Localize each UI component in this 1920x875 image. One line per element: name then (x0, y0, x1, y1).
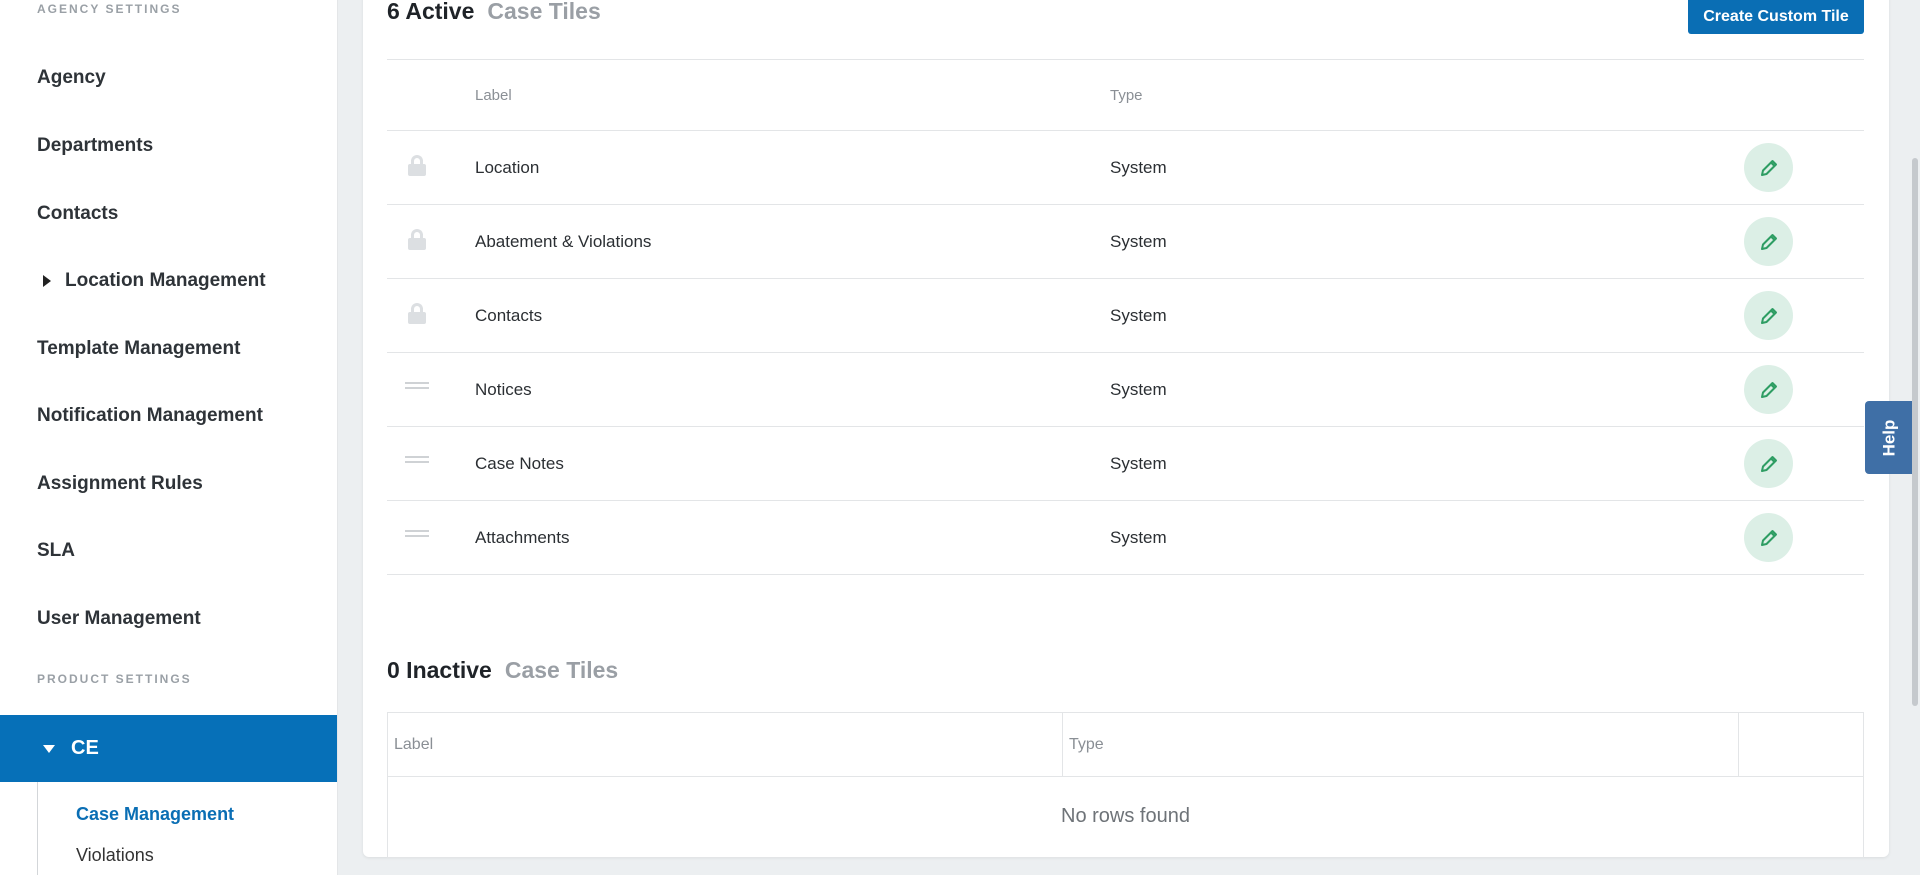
edit-button[interactable] (1744, 365, 1793, 414)
table-row: Notices System (387, 353, 1864, 427)
row-label: Case Notes (475, 454, 564, 473)
inactive-section-title: Case Tiles (504, 657, 619, 683)
empty-state-text: No rows found (1061, 805, 1190, 827)
row-label: Location (475, 158, 540, 177)
sidebar-item-contacts[interactable]: Contacts (37, 203, 118, 225)
sidebar-item-notification-management[interactable]: Notification Management (37, 405, 263, 427)
table-row: Location System (387, 131, 1864, 205)
row-type: System (1110, 454, 1167, 473)
sidebar-item-ce[interactable]: CE (0, 715, 337, 782)
column-header-label: Label (475, 87, 512, 104)
table-row: Contacts System (387, 279, 1864, 353)
table-row: Case Notes System (387, 427, 1864, 501)
row-type: System (1110, 528, 1167, 547)
edit-button[interactable] (1744, 291, 1793, 340)
column-header-label: Label (394, 736, 434, 753)
submenu-divider (37, 782, 38, 875)
pencil-icon (1760, 233, 1777, 250)
sidebar-subitem-case-management[interactable]: Case Management (76, 804, 234, 825)
column-label[interactable]: Label (388, 713, 1063, 777)
drag-handle-icon[interactable] (405, 451, 429, 475)
sidebar-item-sla[interactable]: SLA (37, 540, 75, 562)
agency-settings-label: AGENCY SETTINGS (37, 2, 182, 16)
sidebar-item-departments[interactable]: Departments (37, 135, 153, 157)
row-type: System (1110, 380, 1167, 399)
table-row: Attachments System (387, 501, 1864, 575)
create-custom-tile-button[interactable]: Create Custom Tile (1688, 0, 1864, 34)
sidebar-item-user-management[interactable]: User Management (37, 608, 201, 630)
table-row: Abatement & Violations System (387, 205, 1864, 279)
table-header: Label Type (387, 59, 1864, 131)
active-count: 6 Active (387, 0, 475, 24)
lock-icon (405, 229, 429, 253)
row-label: Contacts (475, 306, 543, 325)
lock-icon (405, 155, 429, 179)
column-type[interactable]: Type (1063, 713, 1739, 777)
row-type: System (1110, 306, 1167, 325)
product-settings-label: PRODUCT SETTINGS (37, 672, 192, 686)
help-tab[interactable]: Help (1865, 401, 1914, 474)
page-scrollbar[interactable] (1912, 158, 1918, 706)
drag-handle-icon[interactable] (405, 377, 429, 401)
sidebar-item-location-management[interactable]: Location Management (43, 270, 266, 292)
edit-button[interactable] (1744, 143, 1793, 192)
edit-button[interactable] (1744, 217, 1793, 266)
row-label: Abatement & Violations (475, 232, 652, 251)
sidebar-item-label: CE (71, 737, 99, 759)
row-type: System (1110, 232, 1167, 251)
active-section-heading: 6 Active Case Tiles (387, 0, 601, 25)
pencil-icon (1760, 307, 1777, 324)
inactive-count: 0 Inactive (387, 657, 492, 683)
inactive-section-heading: 0 Inactive Case Tiles (387, 657, 618, 684)
pencil-icon (1760, 159, 1777, 176)
table-header: Label Type (388, 713, 1863, 777)
drag-handle-icon[interactable] (405, 525, 429, 549)
active-tiles-table: Label Type Location System Abatement & V… (387, 59, 1864, 575)
pencil-icon (1760, 529, 1777, 546)
active-section-title: Case Tiles (487, 0, 601, 24)
pencil-icon (1760, 381, 1777, 398)
column-header-type: Type (1110, 87, 1143, 104)
help-label: Help (1879, 419, 1899, 456)
sidebar-item-template-management[interactable]: Template Management (37, 338, 240, 360)
edit-button[interactable] (1744, 513, 1793, 562)
column-header-type: Type (1069, 736, 1104, 753)
inactive-tiles-table: Label Type No rows found (387, 712, 1864, 858)
sidebar-subitem-violations[interactable]: Violations (76, 845, 154, 866)
lock-icon (405, 303, 429, 327)
row-label: Attachments (475, 528, 570, 547)
row-type: System (1110, 158, 1167, 177)
pencil-icon (1760, 455, 1777, 472)
sidebar-item-agency[interactable]: Agency (37, 67, 106, 89)
empty-state: No rows found (388, 777, 1863, 857)
edit-button[interactable] (1744, 439, 1793, 488)
row-label: Notices (475, 380, 532, 399)
sidebar-item-assignment-rules[interactable]: Assignment Rules (37, 473, 203, 495)
caret-down-icon (43, 744, 55, 753)
settings-sidebar: AGENCY SETTINGS Agency Departments Conta… (0, 0, 338, 875)
sidebar-item-label: Location Management (65, 270, 266, 291)
caret-right-icon (43, 275, 51, 287)
